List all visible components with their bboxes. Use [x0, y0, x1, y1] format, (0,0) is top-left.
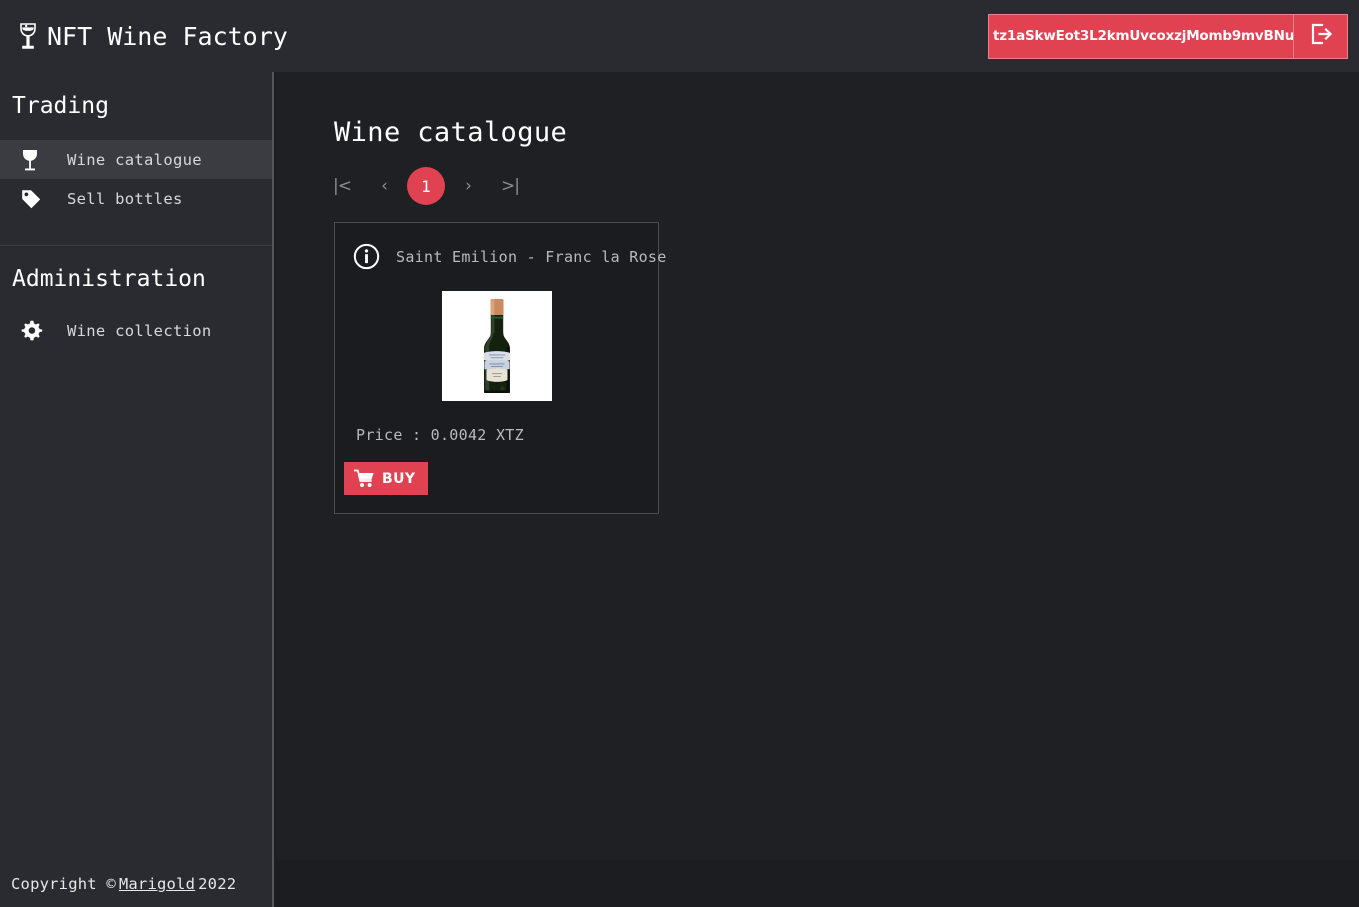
wine-card: Saint Emilion - Franc la Rose: [334, 222, 659, 514]
sidebar-section-heading-administration: Administration: [0, 246, 272, 311]
sidebar-item-wine-catalogue[interactable]: Wine catalogue: [0, 140, 272, 179]
wine-card-image-wrap: [335, 270, 658, 401]
pagination-next-button[interactable]: ›: [447, 166, 489, 206]
sidebar: Trading Wine catalogue Sell bottles Admi…: [0, 72, 274, 907]
pagination-last-button[interactable]: >|: [489, 166, 531, 206]
sidebar-item-label: Wine collection: [56, 322, 211, 340]
sidebar-item-label: Wine catalogue: [56, 151, 202, 169]
gear-icon: [20, 319, 56, 342]
pagination-first-button[interactable]: |<: [321, 166, 363, 206]
sidebar-item-sell-bottles[interactable]: Sell bottles: [0, 179, 272, 218]
wallet-box[interactable]: tz1aSkwEot3L2kmUvcoxzjMomb9mvBNuzFK6: [988, 14, 1348, 59]
sidebar-item-wine-collection[interactable]: Wine collection: [0, 311, 272, 350]
tag-icon: [20, 188, 56, 210]
main-content: Wine catalogue |< ‹ 1 › >| Saint E: [276, 72, 1359, 860]
wine-card-list: Saint Emilion - Franc la Rose: [276, 206, 1359, 514]
pagination-prev-button[interactable]: ‹: [363, 166, 405, 206]
sidebar-item-label: Sell bottles: [56, 190, 183, 208]
wine-glass-icon: [20, 148, 56, 172]
info-icon[interactable]: [353, 243, 380, 270]
app-header: NFT Wine Factory tz1aSkwEot3L2kmUvcoxzjM…: [0, 0, 1359, 72]
logout-icon: [1308, 21, 1334, 51]
buy-button[interactable]: BUY: [344, 462, 428, 495]
wine-card-header: Saint Emilion - Franc la Rose: [335, 243, 658, 270]
sidebar-section-heading-trading: Trading: [0, 72, 272, 140]
page-title: Wine catalogue: [276, 72, 1359, 148]
marigold-link[interactable]: Marigold: [116, 875, 198, 893]
wine-card-title: Saint Emilion - Franc la Rose: [380, 248, 667, 266]
wine-glass-icon: [13, 19, 43, 53]
copyright-year: 2022: [198, 875, 236, 893]
buy-button-label: BUY: [382, 471, 415, 487]
wine-card-price: Price : 0.0042 XTZ: [335, 401, 658, 444]
wine-bottle-image: [442, 291, 552, 401]
logout-button[interactable]: [1293, 15, 1347, 58]
wallet-address: tz1aSkwEot3L2kmUvcoxzjMomb9mvBNuzFK6: [989, 15, 1293, 58]
app-root: NFT Wine Factory tz1aSkwEot3L2kmUvcoxzjM…: [0, 0, 1359, 907]
app-title: NFT Wine Factory: [47, 22, 288, 51]
copyright-prefix: Copyright ©: [11, 875, 116, 893]
footer: Copyright © Marigold 2022: [0, 861, 272, 907]
pagination: |< ‹ 1 › >|: [276, 148, 1359, 206]
wine-card-actions: BUY: [335, 444, 658, 513]
brand: NFT Wine Factory: [0, 19, 288, 53]
pagination-page-1[interactable]: 1: [407, 167, 445, 205]
shopping-cart-icon: [354, 469, 375, 488]
